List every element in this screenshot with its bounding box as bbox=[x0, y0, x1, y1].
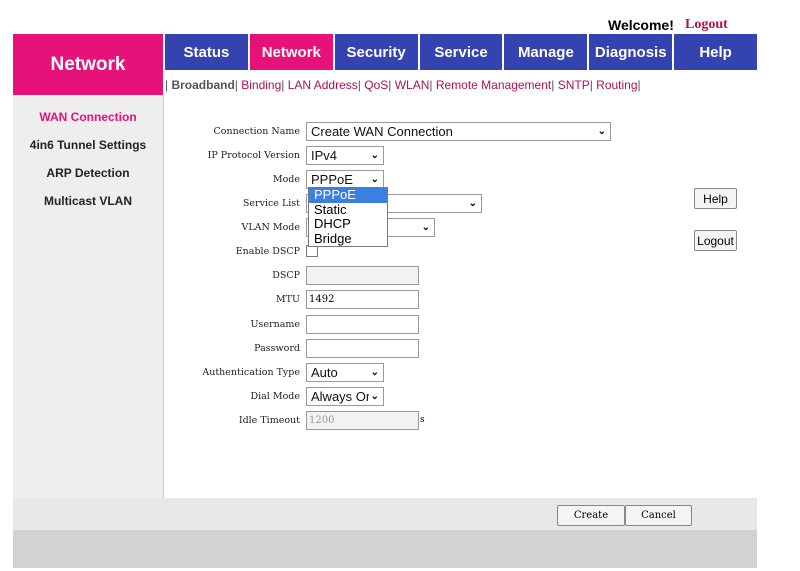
mode-value: PPPoE bbox=[311, 171, 353, 187]
vlan-mode-label: VLAN Mode bbox=[241, 221, 300, 233]
auth-type-label: Authentication Type bbox=[202, 366, 300, 378]
tab-help[interactable]: Help bbox=[674, 34, 758, 70]
mode-label: Mode bbox=[272, 173, 300, 185]
tab-manage[interactable]: Manage bbox=[504, 34, 588, 70]
logout-link[interactable]: Logout bbox=[685, 17, 728, 33]
tab-service[interactable]: Service bbox=[419, 34, 503, 70]
mode-select[interactable]: PPPoE ⌄ bbox=[306, 169, 384, 189]
main-content: Connection Name Create WAN Connection ⌄ I… bbox=[163, 95, 757, 498]
subnav-remote-management[interactable]: Remote Management bbox=[436, 78, 551, 92]
connection-name-label: Connection Name bbox=[213, 125, 301, 137]
sidebar-item-arp-detection[interactable]: ARP Detection bbox=[13, 159, 163, 187]
chevron-down-icon: ⌄ bbox=[370, 366, 379, 378]
idle-timeout-label: Idle Timeout bbox=[238, 414, 300, 426]
subnav-sntp[interactable]: SNTP bbox=[558, 78, 590, 92]
mode-option-pppoe[interactable]: PPPoE bbox=[309, 187, 387, 203]
chevron-down-icon: ⌄ bbox=[421, 221, 430, 233]
sub-navigation: | Broadband | Binding | LAN Address | QoS | … bbox=[165, 77, 641, 92]
auth-type-select[interactable]: Auto ⌄ bbox=[306, 362, 384, 382]
tab-status[interactable]: Status bbox=[165, 34, 248, 70]
chevron-down-icon: ⌄ bbox=[370, 149, 379, 161]
idle-timeout-input[interactable]: 1200 bbox=[306, 410, 419, 430]
subnav-binding[interactable]: Binding bbox=[241, 78, 281, 92]
tab-network[interactable]: Network bbox=[249, 34, 333, 70]
sidebar: WAN Connection 4in6 Tunnel Settings ARP … bbox=[13, 95, 163, 498]
connection-name-select[interactable]: Create WAN Connection ⌄ bbox=[306, 121, 611, 141]
subnav-wlan[interactable]: WLAN bbox=[395, 78, 430, 92]
tab-diagnosis[interactable]: Diagnosis bbox=[589, 34, 673, 70]
mtu-input[interactable]: 1492 bbox=[306, 289, 419, 309]
password-label: Password bbox=[254, 342, 300, 354]
mode-dropdown-list: PPPoE Static DHCP Bridge bbox=[308, 187, 388, 247]
sidebar-item-wan-connection[interactable]: WAN Connection bbox=[13, 103, 163, 131]
mtu-label: MTU bbox=[275, 293, 300, 305]
mode-option-bridge[interactable]: Bridge bbox=[309, 231, 387, 247]
cancel-button[interactable]: Cancel bbox=[625, 505, 692, 526]
ip-version-label: IP Protocol Version bbox=[207, 149, 300, 161]
ip-version-value: IPv4 bbox=[311, 147, 338, 163]
chevron-down-icon: ⌄ bbox=[370, 390, 379, 402]
dial-mode-value: Always On bbox=[311, 388, 369, 404]
connection-name-value: Create WAN Connection bbox=[311, 123, 453, 139]
username-input[interactable] bbox=[306, 314, 419, 334]
subnav-qos[interactable]: QoS bbox=[364, 78, 388, 92]
help-button[interactable]: Help bbox=[694, 188, 737, 209]
subnav-lan-address[interactable]: LAN Address bbox=[288, 78, 358, 92]
password-input[interactable] bbox=[306, 338, 419, 358]
dial-mode-select[interactable]: Always On ⌄ bbox=[306, 386, 384, 406]
username-label: Username bbox=[250, 318, 300, 330]
subnav-routing[interactable]: Routing bbox=[596, 78, 637, 92]
service-list-label: Service List bbox=[242, 197, 300, 209]
dscp-input[interactable] bbox=[306, 265, 419, 285]
welcome-text: Welcome! bbox=[608, 17, 674, 33]
enable-dscp-label: Enable DSCP bbox=[235, 245, 300, 257]
chevron-down-icon: ⌄ bbox=[597, 125, 606, 137]
dscp-label: DSCP bbox=[272, 269, 300, 281]
mode-option-static[interactable]: Static bbox=[309, 202, 387, 218]
create-button[interactable]: Create bbox=[557, 505, 625, 526]
ip-version-select[interactable]: IPv4 ⌄ bbox=[306, 145, 384, 165]
chevron-down-icon: ⌄ bbox=[370, 173, 379, 185]
chevron-down-icon: ⌄ bbox=[468, 197, 477, 209]
subnav-broadband[interactable]: Broadband bbox=[171, 78, 234, 92]
sidebar-item-4in6-tunnel[interactable]: 4in6 Tunnel Settings bbox=[13, 131, 163, 159]
tab-security[interactable]: Security bbox=[334, 34, 418, 70]
idle-timeout-unit: s bbox=[420, 415, 425, 425]
sidebar-item-multicast-vlan[interactable]: Multicast VLAN bbox=[13, 187, 163, 215]
footer-bottom bbox=[13, 530, 757, 568]
main-tabs: Status Network Security Service Manage D… bbox=[165, 34, 758, 70]
mode-option-dhcp[interactable]: DHCP bbox=[309, 216, 387, 232]
dial-mode-label: Dial Mode bbox=[250, 390, 300, 402]
logout-button[interactable]: Logout bbox=[694, 230, 737, 251]
auth-type-value: Auto bbox=[311, 364, 338, 380]
section-title: Network bbox=[13, 34, 163, 95]
